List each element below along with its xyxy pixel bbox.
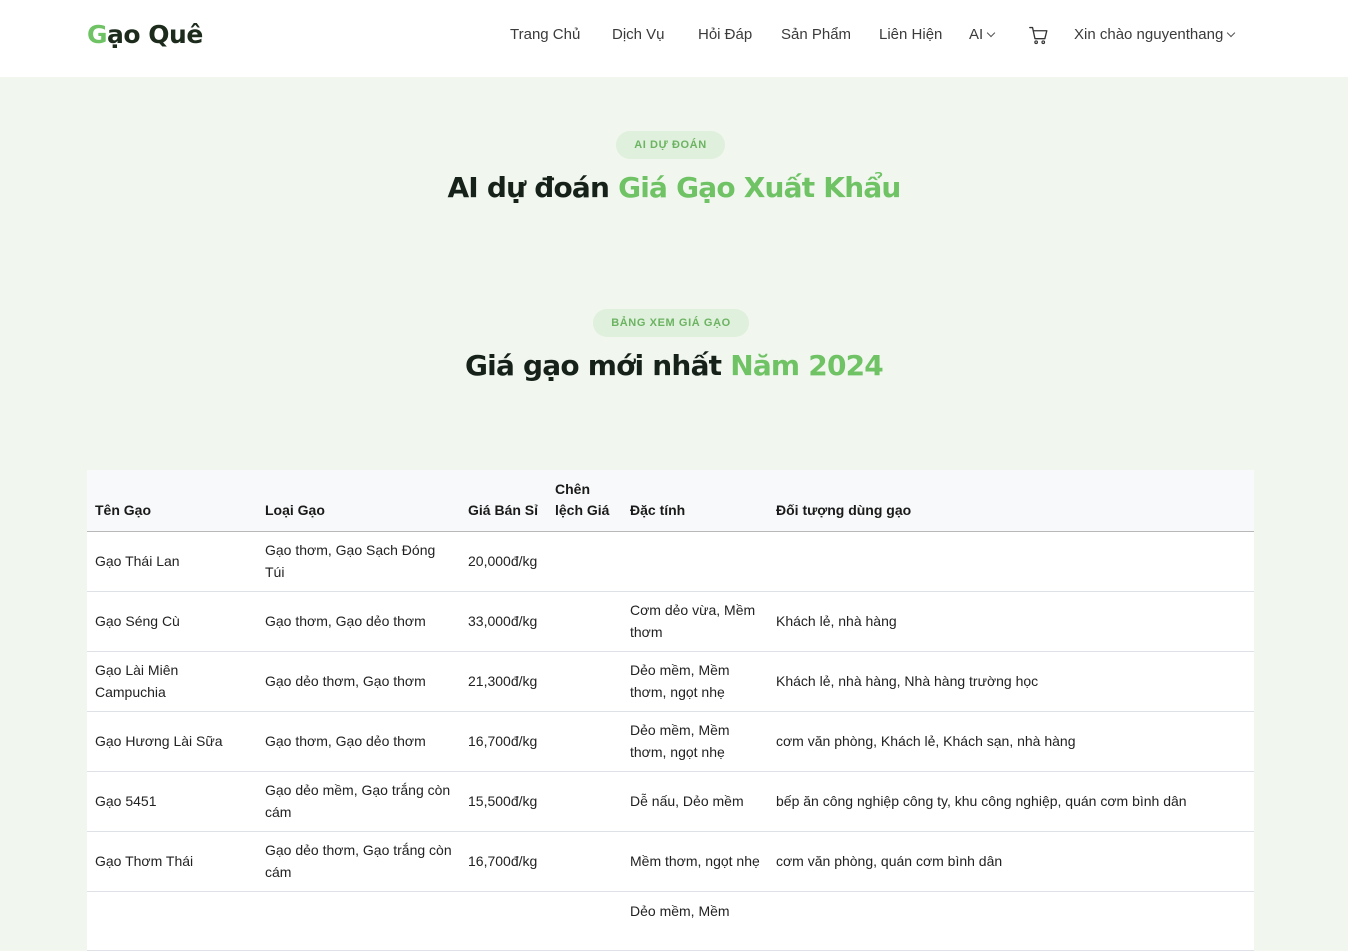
nav-services[interactable]: Dịch Vụ	[612, 26, 665, 43]
nav-ai-dropdown[interactable]: AI	[969, 26, 996, 43]
cell-rice-type: Gạo dẻo mềm, Gạo trắng còn cám	[257, 771, 460, 832]
user-greeting: Xin chào nguyenthang	[1074, 26, 1224, 43]
price-title-highlight: Năm 2024	[730, 349, 884, 382]
col-header-price-diff: Chên lệch Giá	[547, 470, 622, 532]
cell-target-users: cơm văn phòng, quán cơm bình dân	[768, 831, 1254, 892]
cell-rice-type: Gạo thơm, Gạo Sạch Đóng Túi	[257, 531, 460, 592]
nav-products[interactable]: Sản Phẩm	[781, 26, 851, 43]
cell-rice-name	[87, 891, 257, 951]
cell-rice-name: Gạo Thái Lan	[87, 531, 257, 592]
cell-rice-name: Gạo Thơm Thái	[87, 831, 257, 892]
cell-target-users: cơm văn phòng, Khách lẻ, Khách sạn, nhà …	[768, 711, 1254, 772]
cell-properties: Mềm thơm, ngọt nhẹ	[622, 831, 768, 892]
cell-properties	[622, 531, 768, 592]
cell-price-diff	[547, 711, 622, 772]
cell-properties: Dễ nấu, Dẻo mềm	[622, 771, 768, 832]
col-header-name: Tên Gạo	[87, 470, 257, 532]
cell-rice-name: Gạo Séng Cù	[87, 591, 257, 652]
table-row: Gạo Thơm Thái Gạo dẻo thơm, Gạo trắng cò…	[87, 831, 1254, 892]
price-table-title: Giá gạo mới nhất Năm 2024	[0, 349, 1348, 382]
ai-title-highlight: Giá Gạo Xuất Khẩu	[618, 171, 901, 204]
table-row: Gạo Hương Lài Sữa Gạo thơm, Gạo dẻo thơm…	[87, 711, 1254, 772]
table-row: Gạo Lài Miên Campuchia Gạo dẻo thơm, Gạo…	[87, 651, 1254, 712]
nav-ai-label: AI	[969, 26, 984, 43]
cell-target-users: Khách lẻ, nhà hàng	[768, 591, 1254, 652]
cell-wholesale-price: 15,500đ/kg	[460, 771, 547, 832]
cell-price-diff	[547, 651, 622, 712]
nav-home[interactable]: Trang Chủ	[510, 26, 580, 43]
cell-properties: Dẻo mềm, Mềm thơm, ngọt nhẹ	[622, 711, 768, 772]
chevron-down-icon	[1227, 28, 1236, 38]
cell-rice-type: Gạo dẻo thơm, Gạo thơm	[257, 651, 460, 712]
col-header-properties: Đặc tính	[622, 470, 768, 532]
cell-wholesale-price: 16,700đ/kg	[460, 711, 547, 772]
col-header-wholesale-price: Giá Bán Sỉ	[460, 470, 547, 532]
col-header-target-users: Đối tượng dùng gạo	[768, 470, 1254, 532]
cell-wholesale-price: 16,700đ/kg	[460, 831, 547, 892]
table-row: Gạo Thái Lan Gạo thơm, Gạo Sạch Đóng Túi…	[87, 531, 1254, 592]
cell-wholesale-price: 21,300đ/kg	[460, 651, 547, 712]
cell-rice-type: Gạo thơm, Gạo dẻo thơm	[257, 591, 460, 652]
rice-price-table: Tên Gạo Loại Gạo Giá Bán Sỉ Chên lệch Gi…	[87, 470, 1254, 951]
cell-price-diff	[547, 891, 622, 951]
cell-rice-name: Gạo Hương Lài Sữa	[87, 711, 257, 772]
cell-wholesale-price	[460, 891, 547, 951]
cell-target-users: bếp ăn công nghiệp công ty, khu công ngh…	[768, 771, 1254, 832]
cell-wholesale-price: 33,000đ/kg	[460, 591, 547, 652]
cell-price-diff	[547, 771, 622, 832]
table-row: Gạo 5451 Gạo dẻo mềm, Gạo trắng còn cám …	[87, 771, 1254, 832]
cell-price-diff	[547, 831, 622, 892]
ai-title-plain: AI dự đoán	[447, 171, 619, 204]
ai-section-badge: AI DỰ ĐOÁN	[616, 131, 725, 159]
cart-icon[interactable]	[1029, 26, 1048, 45]
price-title-plain: Giá gạo mới nhất	[465, 349, 731, 382]
cell-rice-type: Gạo thơm, Gạo dẻo thơm	[257, 711, 460, 772]
cell-rice-type: Gạo dẻo thơm, Gạo trắng còn cám	[257, 831, 460, 892]
user-menu-dropdown[interactable]: Xin chào nguyenthang	[1074, 26, 1236, 43]
cell-rice-type	[257, 891, 460, 951]
cell-properties: Cơm dẻo vừa, Mềm thơm	[622, 591, 768, 652]
chevron-down-icon	[986, 28, 996, 38]
table-header-row: Tên Gạo Loại Gạo Giá Bán Sỉ Chên lệch Gi…	[87, 470, 1254, 532]
cell-properties: Dẻo mềm, Mềm	[622, 891, 768, 951]
cell-properties: Dẻo mềm, Mềm thơm, ngọt nhẹ	[622, 651, 768, 712]
cell-rice-name: Gạo Lài Miên Campuchia	[87, 651, 257, 712]
cell-price-diff	[547, 531, 622, 592]
table-row: Dẻo mềm, Mềm	[87, 891, 1254, 951]
cell-wholesale-price: 20,000đ/kg	[460, 531, 547, 592]
col-header-type: Loại Gạo	[257, 470, 460, 532]
cell-target-users: Khách lẻ, nhà hàng, Nhà hàng trường học	[768, 651, 1254, 712]
cell-target-users	[768, 891, 1254, 951]
cell-target-users	[768, 531, 1254, 592]
ai-section-title: AI dự đoán Giá Gạo Xuất Khẩu	[0, 171, 1348, 204]
site-header: Gạo Quê Trang Chủ Dịch Vụ Hỏi Đáp Sản Ph…	[0, 0, 1348, 77]
price-table-badge: BẢNG XEM GIÁ GẠO	[593, 309, 749, 337]
nav-faq[interactable]: Hỏi Đáp	[698, 26, 752, 43]
cell-price-diff	[547, 591, 622, 652]
main-nav: Trang Chủ Dịch Vụ Hỏi Đáp Sản Phẩm Liên …	[0, 26, 1348, 48]
table-row: Gạo Séng Cù Gạo thơm, Gạo dẻo thơm 33,00…	[87, 591, 1254, 652]
cell-rice-name: Gạo 5451	[87, 771, 257, 832]
nav-contact[interactable]: Liên Hiện	[879, 26, 942, 43]
